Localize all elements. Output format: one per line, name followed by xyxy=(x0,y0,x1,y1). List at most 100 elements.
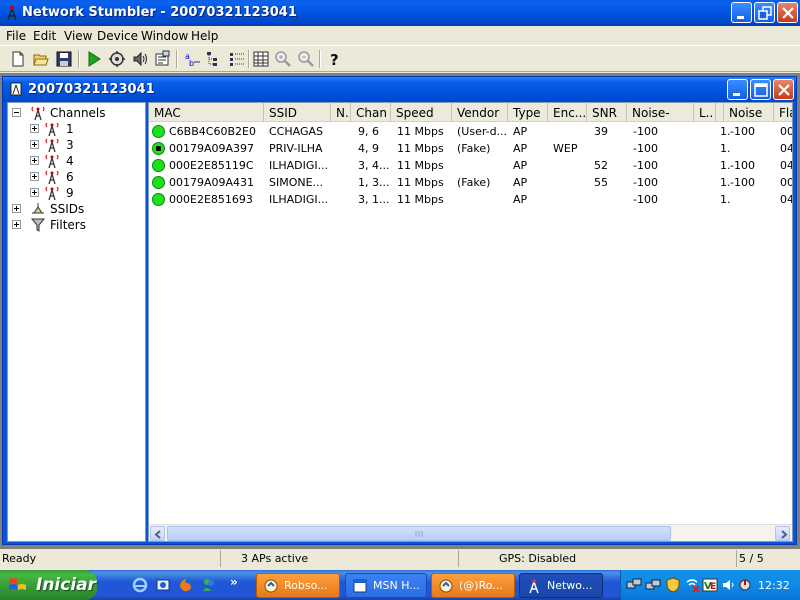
expand-icon[interactable] xyxy=(30,156,39,165)
horizontal-scrollbar[interactable] xyxy=(149,524,792,541)
tree-view: Channels 1 3 4 6 9 SSIDs Filters xyxy=(7,102,146,542)
doc-minimize-button[interactable] xyxy=(727,79,748,100)
sort-icon[interactable]: ab xyxy=(183,50,201,68)
cell-noise-minus: -100 xyxy=(633,159,658,172)
task-button-robso[interactable]: Robso... xyxy=(256,573,340,598)
restore-button[interactable] xyxy=(754,2,775,23)
close-button[interactable] xyxy=(777,2,798,23)
menu-file[interactable]: File xyxy=(6,29,26,43)
scroll-left-button[interactable] xyxy=(150,526,165,541)
properties-icon[interactable] xyxy=(153,50,171,68)
expand-icon[interactable] xyxy=(30,140,39,149)
ssid-icon xyxy=(32,203,44,214)
security-shield-icon[interactable] xyxy=(665,577,681,593)
tree-node-filters[interactable]: Filters xyxy=(12,217,142,233)
cell-flags: 04 xyxy=(780,142,793,155)
help-icon[interactable]: ? xyxy=(326,50,344,68)
column-header-n[interactable]: N.. xyxy=(331,103,351,122)
column-header-mac[interactable]: MAC xyxy=(149,103,264,122)
filter-icon xyxy=(30,218,46,232)
status-aps: 3 APs active xyxy=(220,550,458,567)
cell-ssid: PRIV-ILHA xyxy=(269,142,323,155)
start-label: Iniciar xyxy=(36,575,97,595)
table-row[interactable]: 000E2E851693 ILHADIGI... 3, 1... 11 Mbps… xyxy=(149,191,792,208)
expand-icon[interactable] xyxy=(12,220,21,229)
column-header-chan[interactable]: Chan xyxy=(351,103,391,122)
antivirus-icon[interactable]: VE xyxy=(702,577,718,593)
doc-close-button[interactable] xyxy=(773,79,794,100)
msn-messenger-icon[interactable] xyxy=(201,577,217,593)
network-connection-icon[interactable] xyxy=(645,577,661,593)
power-icon[interactable] xyxy=(737,577,753,593)
menu-view[interactable]: View xyxy=(64,29,92,43)
expand-icon[interactable] xyxy=(12,204,21,213)
new-icon[interactable] xyxy=(9,50,27,68)
start-button[interactable]: Iniciar xyxy=(0,570,97,600)
menu-window[interactable]: Window xyxy=(141,29,188,43)
save-icon[interactable] xyxy=(55,50,73,68)
tree-node-ssids[interactable]: SSIDs xyxy=(12,201,142,217)
quicklaunch-more[interactable]: » xyxy=(230,575,246,591)
play-icon[interactable] xyxy=(85,50,103,68)
column-header-enc[interactable]: Enc... xyxy=(548,103,587,122)
task-button-network-stumbler[interactable]: Netwo... xyxy=(519,573,603,598)
column-header-snr[interactable]: SNR xyxy=(587,103,627,122)
doc-maximize-button[interactable] xyxy=(750,79,771,100)
zoom-out-icon[interactable] xyxy=(297,50,315,68)
close-icon xyxy=(782,7,794,19)
cell-flags: 00 xyxy=(780,176,793,189)
table-row[interactable]: 00179A09A431 SIMONE... 1, 3... 11 Mbps (… xyxy=(149,174,793,191)
sound-icon[interactable] xyxy=(131,50,149,68)
expand-icon[interactable] xyxy=(30,124,39,133)
cell-enc: WEP xyxy=(553,142,578,155)
minimize-button[interactable] xyxy=(731,2,752,23)
tree-label-channels: Channels xyxy=(50,106,106,120)
column-header-noise-minus[interactable]: Noise- xyxy=(627,103,694,122)
tree-node-channel[interactable]: 9 xyxy=(30,185,140,201)
menu-device[interactable]: Device xyxy=(97,29,138,43)
column-header-vendor[interactable]: Vendor xyxy=(452,103,508,122)
volume-icon[interactable] xyxy=(720,577,736,593)
collapse-icon[interactable] xyxy=(12,108,21,117)
network-connection-icon[interactable] xyxy=(626,577,642,593)
wireless-disconnected-icon[interactable] xyxy=(684,577,700,593)
tree-node-channel[interactable]: 6 xyxy=(30,169,140,185)
open-icon[interactable] xyxy=(32,50,50,68)
tree-node-channel[interactable]: 4 xyxy=(30,153,140,169)
firefox-icon[interactable] xyxy=(178,577,194,593)
list-icon[interactable] xyxy=(228,50,246,68)
column-header-type[interactable]: Type xyxy=(508,103,548,122)
tree-node-channel[interactable]: 3 xyxy=(30,137,140,153)
task-button-msn[interactable]: MSN H... xyxy=(345,573,427,598)
column-header-speed[interactable]: Speed xyxy=(391,103,452,122)
auto-config-icon[interactable] xyxy=(108,50,126,68)
menu-help[interactable]: Help xyxy=(191,29,218,43)
antenna-icon xyxy=(45,170,59,185)
grid-icon[interactable] xyxy=(252,50,270,68)
table-row[interactable]: C6BB4C60B2E0 CCHAGAS 9, 6 11 Mbps (User-… xyxy=(149,123,792,140)
toolbar-separator xyxy=(248,50,250,68)
column-header-noise[interactable]: Noise xyxy=(724,103,774,122)
table-row[interactable]: 000E2E85119C ILHADIGI... 3, 4... 11 Mbps… xyxy=(149,157,792,174)
column-header-ssid[interactable]: SSID xyxy=(264,103,331,122)
table-row[interactable]: 00179A09A397 PRIV-ILHA 4, 9 11 Mbps (Fak… xyxy=(149,140,793,157)
scroll-thumb[interactable] xyxy=(167,526,671,541)
internet-explorer-icon[interactable] xyxy=(132,577,148,593)
task-button-ro[interactable]: (@)Ro... xyxy=(431,573,515,598)
cell-l: 1. xyxy=(720,159,730,172)
tree-node-channels[interactable]: Channels xyxy=(12,105,142,121)
outlook-express-icon[interactable] xyxy=(155,577,171,593)
scroll-right-button[interactable] xyxy=(775,526,790,541)
browser-window-icon xyxy=(353,579,367,593)
expand-icon[interactable] xyxy=(30,172,39,181)
column-header-flags[interactable]: Fla xyxy=(774,103,792,122)
tree-node-channel[interactable]: 1 xyxy=(30,121,140,137)
expand-icon[interactable] xyxy=(30,188,39,197)
tree-icon[interactable] xyxy=(205,50,223,68)
column-header-l[interactable]: L.. xyxy=(694,103,716,122)
chevron-left-icon xyxy=(154,530,161,539)
column-header-spacer[interactable] xyxy=(716,103,724,122)
cell-type: AP xyxy=(513,125,528,138)
zoom-in-icon[interactable] xyxy=(274,50,292,68)
menu-edit[interactable]: Edit xyxy=(33,29,56,43)
